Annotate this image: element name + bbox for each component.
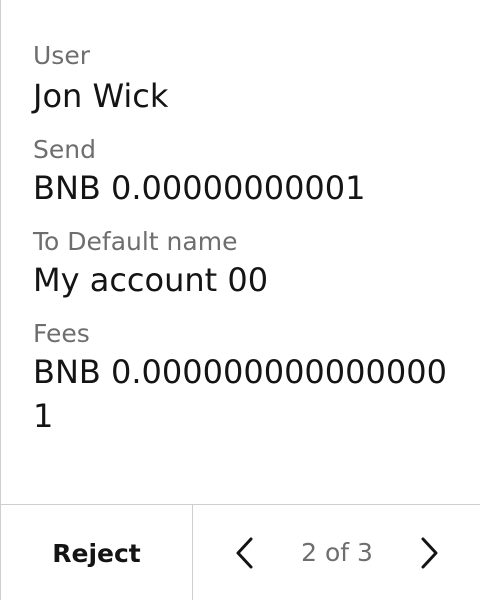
transaction-details: User Jon Wick Send BNB 0.00000000001 To … bbox=[33, 40, 453, 454]
to-value: My account 00 bbox=[33, 261, 269, 299]
chevron-right-icon bbox=[421, 537, 438, 569]
user-label: User bbox=[33, 41, 90, 70]
footer-bar: Reject 2 of 3 bbox=[1, 504, 480, 600]
to-label: To Default name bbox=[33, 227, 238, 256]
pagination: 2 of 3 bbox=[193, 505, 480, 600]
reject-button[interactable]: Reject bbox=[1, 505, 193, 600]
send-label: Send bbox=[33, 135, 96, 164]
previous-page-button[interactable] bbox=[225, 533, 265, 573]
user-value: Jon Wick bbox=[33, 77, 169, 115]
fees-value: BNB 0.0000000000000001 bbox=[33, 353, 447, 435]
page-indicator: 2 of 3 bbox=[301, 538, 373, 567]
next-page-button[interactable] bbox=[409, 533, 449, 573]
transaction-review-screen: User Jon Wick Send BNB 0.00000000001 To … bbox=[0, 0, 480, 600]
user-field: User Jon Wick bbox=[33, 40, 453, 118]
chevron-left-icon bbox=[236, 537, 253, 569]
to-field: To Default name My account 00 bbox=[33, 226, 453, 302]
send-value: BNB 0.00000000001 bbox=[33, 169, 366, 207]
fees-label: Fees bbox=[33, 319, 90, 348]
fees-field: Fees BNB 0.0000000000000001 bbox=[33, 318, 453, 438]
send-field: Send BNB 0.00000000001 bbox=[33, 134, 453, 210]
